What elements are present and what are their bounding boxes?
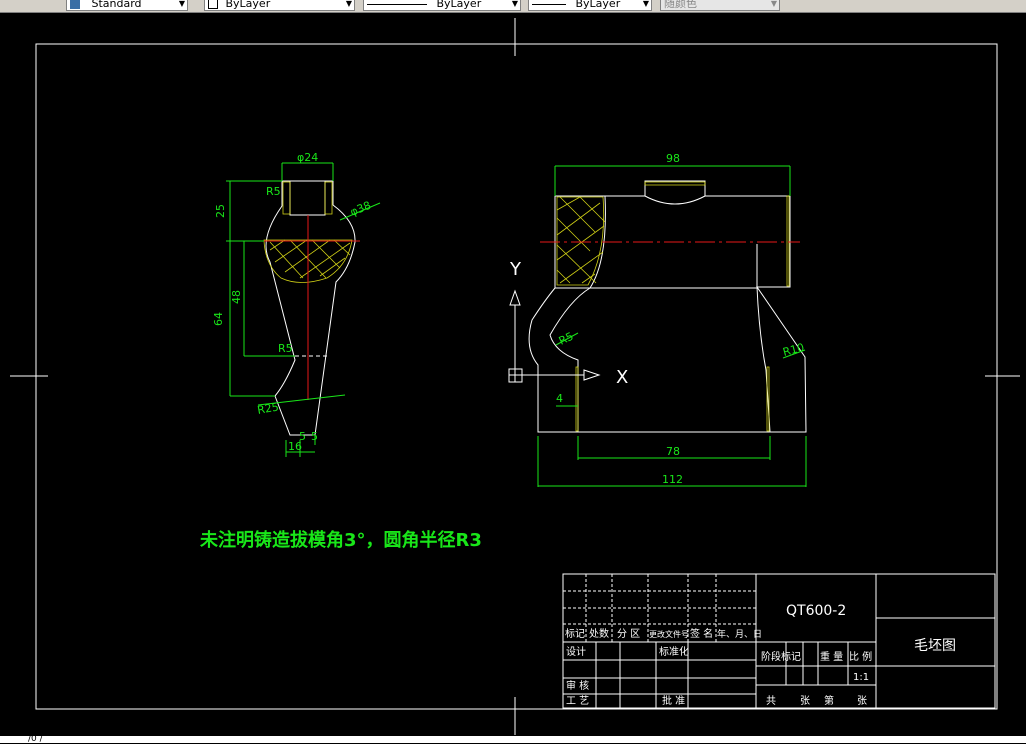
properties-toolbar: Standard ▼ ByLayer ▼ ByLayer ▼ ByLayer ▼… [0, 0, 1026, 13]
text-style-dropdown[interactable]: Standard ▼ [66, 0, 188, 11]
dim-112: 112 [662, 473, 683, 486]
tb-stage-mark: 阶段标记 [761, 650, 801, 663]
tb-sheets: 张 [800, 695, 810, 707]
dim-r5-top: R5 [266, 185, 281, 198]
dim-25: 25 [214, 204, 227, 218]
tb-standardize: 标准化 [659, 645, 689, 658]
chevron-down-icon: ▼ [642, 0, 649, 8]
dim-r10: R10 [781, 341, 805, 359]
dim-r25: R25 [256, 400, 280, 417]
chevron-down-icon: ▼ [178, 0, 185, 8]
lineweight-dropdown[interactable]: ByLayer ▼ [528, 0, 652, 11]
text-style-icon [70, 0, 80, 9]
dim-64: 64 [212, 312, 225, 326]
dim-5b: 5 [311, 430, 318, 443]
linetype-value: ByLayer [436, 0, 482, 10]
tb-header-date: 年、月、日 [717, 628, 762, 640]
ucs-icon [508, 289, 601, 383]
tb-header-change-doc: 更改文件号 [649, 629, 689, 639]
tb-drawing-name: 毛坯图 [914, 638, 956, 654]
tb-scale-value: 1:1 [853, 672, 869, 683]
color-swatch-icon [208, 0, 218, 9]
ucs-y-label: Y [509, 259, 522, 280]
drawing-canvas[interactable]: φ24 R5 25 φ38 48 64 R5 R25 16 5 5 98 R5 … [0, 13, 1026, 743]
dim-r5-front: R5 [557, 330, 576, 348]
tb-total: 共 [766, 695, 776, 707]
chevron-down-icon: ▼ [345, 0, 352, 8]
dim-phi38: φ38 [348, 199, 373, 219]
title-block: 标记 处数 分 区 更改文件号 签 名 年、月、日 设计 标准化 审 核 工 艺… [562, 573, 996, 709]
chevron-down-icon: ▼ [511, 0, 518, 8]
front-view: 98 R5 R10 4 78 112 Y X [508, 152, 807, 487]
dim-78: 78 [666, 445, 680, 458]
color-dropdown[interactable]: ByLayer ▼ [204, 0, 355, 11]
tb-process: 工 艺 [566, 695, 589, 707]
tb-design: 设计 [566, 645, 586, 658]
tb-header-zone: 分 区 [617, 628, 640, 640]
tb-header-mark: 标记 [565, 628, 585, 640]
lineweight-sample-icon [532, 3, 566, 5]
tb-sheet: 张 [857, 695, 867, 707]
tb-header-count: 处数 [589, 627, 609, 640]
tb-scale-label: 比 例 [849, 650, 872, 663]
text-style-value: Standard [91, 0, 142, 10]
tb-review: 审 核 [566, 679, 589, 692]
color-value: ByLayer [225, 0, 271, 10]
dim-5a: 5 [299, 430, 306, 443]
technical-note: 未注明铸造拔模角3°，圆角半径R3 [200, 529, 482, 551]
tb-page: 第 [824, 694, 834, 707]
tb-approve: 批 准 [662, 694, 685, 707]
tb-header-sign: 签 名 [690, 627, 713, 640]
dim-r5-mid: R5 [278, 342, 293, 355]
linetype-dropdown[interactable]: ByLayer ▼ [363, 0, 521, 11]
lineweight-value: ByLayer [575, 0, 621, 10]
plotstyle-value: 随颜色 [664, 0, 697, 10]
dim-48: 48 [230, 290, 243, 304]
left-view: φ24 R5 25 φ38 48 64 R5 R25 16 5 5 [212, 151, 381, 457]
dim-4: 4 [556, 392, 563, 405]
tb-material: QT600-2 [786, 603, 846, 619]
dim-phi24: φ24 [297, 151, 318, 164]
ucs-x-label: X [616, 367, 628, 388]
linetype-sample-icon [367, 3, 427, 5]
plotstyle-dropdown[interactable]: 随颜色 ▼ [660, 0, 780, 11]
chevron-down-icon: ▼ [770, 0, 777, 8]
dim-98: 98 [666, 152, 680, 165]
command-line[interactable]: /0 / [0, 735, 1026, 744]
tb-weight: 重 量 [820, 650, 843, 663]
